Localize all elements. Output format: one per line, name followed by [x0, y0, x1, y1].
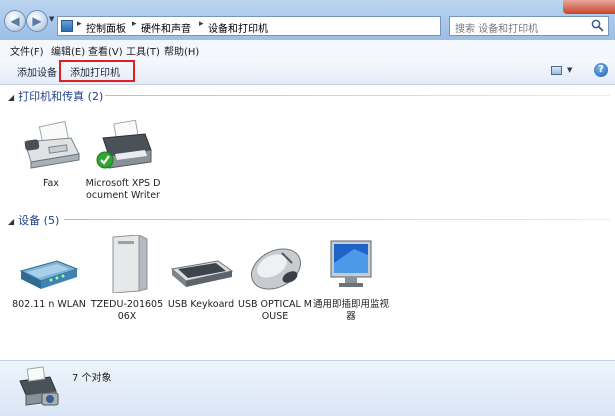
details-pane: 7 个对象: [0, 360, 615, 416]
printer-camera-icon: [19, 366, 59, 406]
window-close-button[interactable]: [563, 0, 615, 14]
menu-file[interactable]: 文件(F): [10, 43, 44, 58]
collapse-triangle-icon[interactable]: ◢: [8, 217, 14, 226]
device-item-monitor[interactable]: 通用即插即用监视器: [312, 235, 390, 323]
back-arrow-icon: ◀: [10, 14, 20, 28]
device-item-xps-writer[interactable]: Microsoft XPS Document Writer: [84, 119, 162, 202]
router-icon: [19, 260, 79, 289]
mouse-icon: [251, 248, 301, 290]
menu-view[interactable]: 查看(V): [88, 43, 123, 58]
title-bar: ◀ ▶ ▼ ▸ 控制面板 ▸ 硬件和声音 ▸ 设备和打印机 ▼ ↻ 搜索 设备和…: [0, 0, 615, 40]
monitor-icon: [330, 240, 372, 287]
view-options-dropdown[interactable]: ▼: [567, 66, 572, 74]
device-item-mouse[interactable]: USB OPTICAL MOUSE: [236, 235, 314, 323]
device-item-computer[interactable]: TZEDU-20160506X: [88, 234, 166, 323]
menu-help[interactable]: 帮助(H): [164, 43, 199, 58]
devices-pane: ◢ 打印机和传真 (2) Fax Microsoft XPS Document W…: [0, 85, 615, 360]
computer-tower-icon: [112, 234, 148, 294]
collapse-triangle-icon[interactable]: ◢: [8, 93, 14, 102]
breadcrumb-separator[interactable]: ▸: [132, 19, 137, 29]
device-label: 通用即插即用监视器: [312, 299, 389, 322]
group-divider: [64, 219, 610, 220]
breadcrumb-devices-printers[interactable]: 设备和打印机: [208, 20, 268, 35]
menu-tools[interactable]: 工具(T): [126, 43, 160, 58]
printers-group-title: 打印机和传真 (2): [18, 90, 104, 103]
devices-group-title: 设备 (5): [18, 214, 60, 227]
device-label: USB OPTICAL MOUSE: [238, 299, 312, 322]
breadcrumb-hardware-sound[interactable]: 硬件和声音: [141, 20, 191, 35]
printers-group-header[interactable]: ◢ 打印机和传真 (2): [8, 88, 103, 104]
search-box[interactable]: 搜索 设备和打印机: [449, 16, 609, 36]
printer-icon: [96, 119, 152, 169]
menu-edit[interactable]: 编辑(E): [51, 43, 85, 58]
add-device-button[interactable]: 添加设备: [17, 64, 57, 79]
device-label: 802.11 n WLAN: [12, 299, 86, 310]
address-bar[interactable]: ▸ 控制面板 ▸ 硬件和声音 ▸ 设备和打印机 ▼ ↻: [57, 16, 491, 36]
device-item-fax[interactable]: Fax: [12, 120, 90, 190]
breadcrumb-separator[interactable]: ▸: [77, 19, 82, 29]
device-label: TZEDU-20160506X: [90, 299, 164, 322]
fax-icon: [24, 120, 80, 169]
menu-bar: 文件(F) 编辑(E) 查看(V) 工具(T) 帮助(H): [0, 40, 615, 59]
search-placeholder: 搜索 设备和打印机: [455, 24, 539, 35]
forward-arrow-icon: ▶: [32, 14, 42, 28]
forward-button[interactable]: ▶: [26, 10, 48, 32]
item-count: 7 个对象: [72, 373, 112, 384]
group-divider: [105, 95, 610, 96]
breadcrumb-control-panel[interactable]: 控制面板: [86, 20, 126, 35]
devices-group-header[interactable]: ◢ 设备 (5): [8, 212, 59, 228]
recent-pages-dropdown[interactable]: ▼: [49, 15, 54, 23]
search-icon[interactable]: [591, 19, 604, 32]
change-view-icon[interactable]: [551, 66, 562, 75]
device-item-wlan[interactable]: 802.11 n WLAN: [10, 235, 88, 311]
control-panel-icon: [61, 20, 73, 32]
help-icon[interactable]: ?: [594, 63, 608, 77]
device-label: Microsoft XPS Document Writer: [85, 178, 161, 201]
device-item-keyboard[interactable]: USB Keykoard: [162, 235, 240, 311]
back-button[interactable]: ◀: [4, 10, 26, 32]
device-label: Fax: [42, 178, 60, 189]
device-label: USB Keykoard: [167, 299, 235, 310]
breadcrumb-separator[interactable]: ▸: [199, 19, 204, 29]
add-printer-highlight: [59, 60, 135, 82]
keyboard-icon: [170, 260, 234, 287]
